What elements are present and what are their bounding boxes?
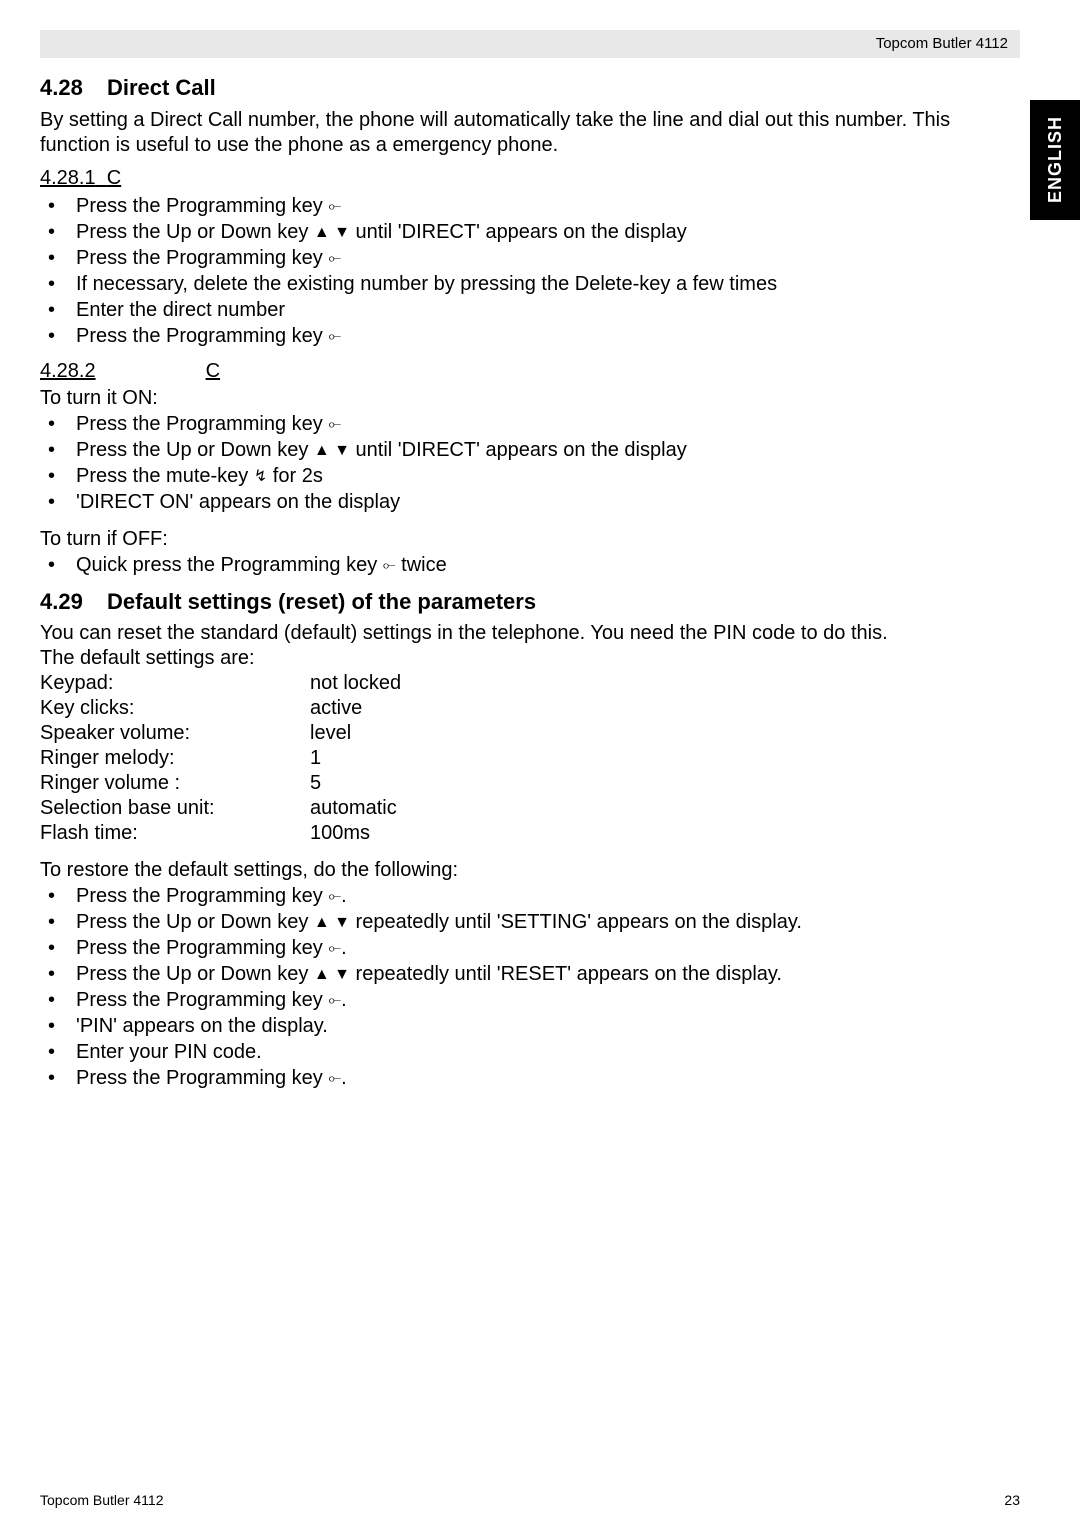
defaults-intro: The default settings are:: [40, 646, 1010, 671]
list-item: Press the Programming key ⟜.: [40, 987, 1010, 1013]
list-item: Press the Programming key ⟜.: [40, 935, 1010, 961]
on-intro: To turn it ON:: [40, 386, 1010, 411]
prog-icon: ⟜: [328, 940, 341, 957]
sub-num: 4.28.1: [40, 167, 96, 189]
steps-4281: Press the Programming key ⟜ Press the Up…: [40, 193, 1010, 349]
header-bar: Topcom Butler 4112: [40, 30, 1020, 58]
section-num: 4.29: [40, 588, 83, 616]
header-product: Topcom Butler 4112: [876, 35, 1008, 52]
list-item: Press the Programming key ⟜.: [40, 883, 1010, 909]
off-intro: To turn if OFF:: [40, 527, 1010, 552]
page-number: 23: [1004, 1492, 1020, 1508]
list-item: If necessary, delete the existing number…: [40, 271, 1010, 297]
list-item: Press the Up or Down key ▲ ▼ repeatedly …: [40, 961, 1010, 987]
list-item: 'PIN' appears on the display.: [40, 1013, 1010, 1039]
prog-icon: ⟜: [328, 888, 341, 905]
updown-icon: ▲ ▼: [314, 966, 350, 983]
table-row: Flash time:100ms: [40, 821, 1010, 846]
list-item: Quick press the Programming key ⟜ twice: [40, 552, 1010, 578]
language-tab-label: ENGLISH: [1045, 116, 1066, 203]
table-row: Speaker volume:level: [40, 721, 1010, 746]
section-title: Default settings (reset) of the paramete…: [107, 589, 536, 614]
sub-letter: C: [206, 360, 220, 382]
sub-4281-heading: 4.28.1 C: [40, 166, 1010, 191]
sub-num: 4.28.2: [40, 360, 96, 382]
footer-product: Topcom Butler 4112: [40, 1492, 163, 1508]
language-tab: ENGLISH: [1030, 100, 1080, 220]
updown-icon: ▲ ▼: [314, 224, 350, 241]
list-item: Press the Programming key ⟜: [40, 245, 1010, 271]
table-row: Ringer volume :5: [40, 771, 1010, 796]
list-item: Press the Programming key ⟜: [40, 323, 1010, 349]
prog-icon: ⟜: [328, 198, 341, 215]
table-row: Key clicks:active: [40, 696, 1010, 721]
prog-icon: ⟜: [328, 992, 341, 1009]
list-item: Press the Programming key ⟜: [40, 411, 1010, 437]
list-item: Press the mute-key ↯ for 2s: [40, 463, 1010, 489]
list-item: Enter your PIN code.: [40, 1039, 1010, 1065]
prog-icon: ⟜: [328, 328, 341, 345]
section-429-intro: You can reset the standard (default) set…: [40, 621, 1010, 646]
sub-4282-heading: 4.28.2 C: [40, 359, 1010, 384]
table-row: Keypad:not locked: [40, 671, 1010, 696]
steps-on: Press the Programming key ⟜ Press the Up…: [40, 411, 1010, 515]
updown-icon: ▲ ▼: [314, 914, 350, 931]
prog-icon: ⟜: [328, 250, 341, 267]
section-title: Direct Call: [107, 75, 216, 100]
list-item: Press the Up or Down key ▲ ▼ repeatedly …: [40, 909, 1010, 935]
page-footer: Topcom Butler 4112 23: [40, 1492, 1020, 1508]
list-item: Press the Up or Down key ▲ ▼ until 'DIRE…: [40, 437, 1010, 463]
defaults-table: Keypad:not locked Key clicks:active Spea…: [40, 671, 1010, 846]
section-429-heading: 4.29 Default settings (reset) of the par…: [40, 588, 1010, 616]
prog-icon: ⟜: [328, 416, 341, 433]
prog-icon: ⟜: [328, 1070, 341, 1087]
steps-restore: Press the Programming key ⟜. Press the U…: [40, 883, 1010, 1091]
list-item: 'DIRECT ON' appears on the display: [40, 489, 1010, 515]
section-428-heading: 4.28 Direct Call: [40, 74, 1010, 102]
list-item: Press the Up or Down key ▲ ▼ until 'DIRE…: [40, 219, 1010, 245]
list-item: Press the Programming key ⟜: [40, 193, 1010, 219]
restore-intro: To restore the default settings, do the …: [40, 858, 1010, 883]
steps-off: Quick press the Programming key ⟜ twice: [40, 552, 1010, 578]
prog-icon: ⟜: [383, 557, 396, 574]
table-row: Ringer melody:1: [40, 746, 1010, 771]
mute-icon: ↯: [254, 468, 267, 485]
updown-icon: ▲ ▼: [314, 442, 350, 459]
section-428-intro: By setting a Direct Call number, the pho…: [40, 108, 1010, 158]
sub-letter: C: [107, 167, 121, 189]
section-num: 4.28: [40, 74, 83, 102]
list-item: Enter the direct number: [40, 297, 1010, 323]
list-item: Press the Programming key ⟜.: [40, 1065, 1010, 1091]
page-content: 4.28 Direct Call By setting a Direct Cal…: [40, 70, 1010, 1468]
table-row: Selection base unit:automatic: [40, 796, 1010, 821]
